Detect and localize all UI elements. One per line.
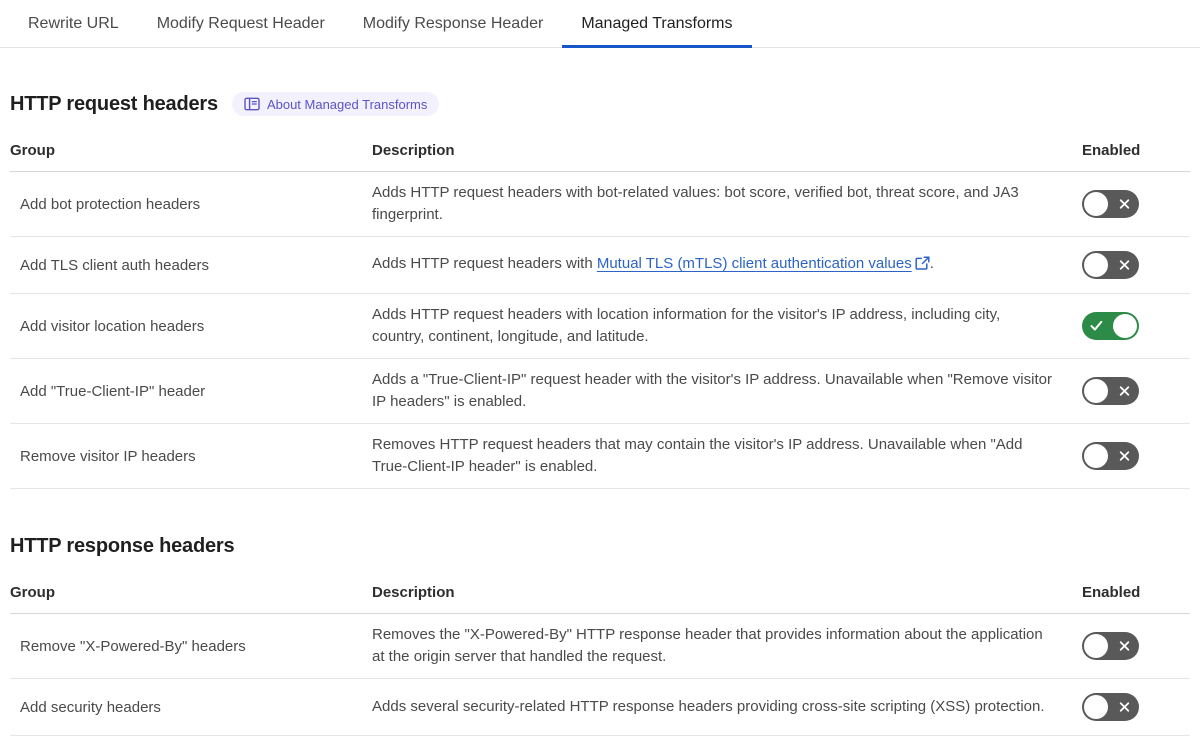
enabled-toggle[interactable]	[1082, 190, 1139, 218]
x-icon	[1119, 260, 1130, 271]
row-group-label: Add bot protection headers	[20, 195, 201, 213]
table-row: Add bot protection headers Adds HTTP req…	[10, 172, 1190, 237]
description-link[interactable]: Mutual TLS (mTLS) client authentication …	[597, 255, 912, 272]
request-headers-title: HTTP request headers	[10, 92, 218, 115]
enabled-toggle[interactable]	[1082, 251, 1139, 279]
row-group-label: Remove visitor IP headers	[20, 447, 196, 465]
toggle-knob	[1084, 379, 1108, 403]
badge-label: About Managed Transforms	[266, 96, 428, 112]
tab-rewrite-url[interactable]: Rewrite URL	[9, 0, 138, 47]
x-icon	[1119, 451, 1130, 462]
row-description: Adds HTTP request headers with bot-relat…	[372, 184, 1019, 223]
enabled-toggle[interactable]	[1082, 632, 1139, 660]
row-description: Adds HTTP request headers with Mutual TL…	[372, 243, 1070, 287]
response-headers-title: HTTP response headers	[10, 535, 235, 557]
row-group-label: Add security headers	[20, 698, 161, 716]
column-header-group: Group	[10, 142, 55, 159]
row-description: Adds several security-related HTTP respo…	[372, 698, 1045, 715]
row-group-label: Remove "X-Powered-By" headers	[20, 637, 246, 655]
table-row: Add visitor location headers Adds HTTP r…	[10, 294, 1190, 359]
table-row: Remove "X-Powered-By" headers Removes th…	[10, 614, 1190, 679]
about-managed-transforms-badge[interactable]: About Managed Transforms	[231, 92, 440, 116]
toggle-knob	[1113, 314, 1137, 338]
external-link-icon	[915, 255, 930, 277]
book-icon	[244, 97, 260, 111]
table-row: Remove visitor IP headers Removes HTTP r…	[10, 424, 1190, 489]
table-row: Add security headers Adds several securi…	[10, 679, 1190, 736]
enabled-toggle[interactable]	[1082, 442, 1139, 470]
table-header-row: Group Description Enabled	[10, 128, 1190, 172]
row-description: Adds HTTP request headers with location …	[372, 306, 1001, 345]
toggle-knob	[1084, 634, 1108, 658]
row-description: Removes HTTP request headers that may co…	[372, 436, 1023, 475]
column-header-description: Description	[372, 142, 455, 159]
row-group-label: Add TLS client auth headers	[20, 256, 210, 274]
row-group-label: Add visitor location headers	[20, 317, 205, 335]
tab-modify-response-header[interactable]: Modify Response Header	[344, 0, 563, 47]
toggle-knob	[1084, 444, 1108, 468]
response-headers-table: Group Description Enabled Remove "X-Powe…	[10, 570, 1190, 736]
enabled-toggle[interactable]	[1082, 377, 1139, 405]
column-header-description: Description	[372, 584, 455, 601]
request-headers-table: Group Description Enabled Add bot protec…	[10, 128, 1190, 489]
toggle-knob	[1084, 253, 1108, 277]
check-icon	[1090, 320, 1103, 332]
row-description: Adds a "True-Client-IP" request header w…	[372, 371, 1052, 410]
x-icon	[1119, 702, 1130, 713]
row-group-label: Add "True-Client-IP" header	[20, 382, 206, 400]
column-header-enabled: Enabled	[1082, 584, 1141, 601]
toggle-knob	[1084, 192, 1108, 216]
tab-managed-transforms[interactable]: Managed Transforms	[562, 0, 752, 48]
row-description: Removes the "X-Powered-By" HTTP response…	[372, 626, 1043, 665]
tab-modify-request-header[interactable]: Modify Request Header	[138, 0, 344, 47]
column-header-group: Group	[10, 584, 55, 601]
toggle-knob	[1084, 695, 1108, 719]
table-row: Add TLS client auth headers Adds HTTP re…	[10, 237, 1190, 294]
table-header-row: Group Description Enabled	[10, 570, 1190, 614]
enabled-toggle[interactable]	[1082, 312, 1139, 340]
x-icon	[1119, 641, 1130, 652]
x-icon	[1119, 386, 1130, 397]
column-header-enabled: Enabled	[1082, 142, 1141, 159]
table-row: Add "True-Client-IP" header Adds a "True…	[10, 359, 1190, 424]
x-icon	[1119, 199, 1130, 210]
enabled-toggle[interactable]	[1082, 693, 1139, 721]
transform-rules-tabbar: Rewrite URL Modify Request Header Modify R…	[0, 0, 1200, 48]
